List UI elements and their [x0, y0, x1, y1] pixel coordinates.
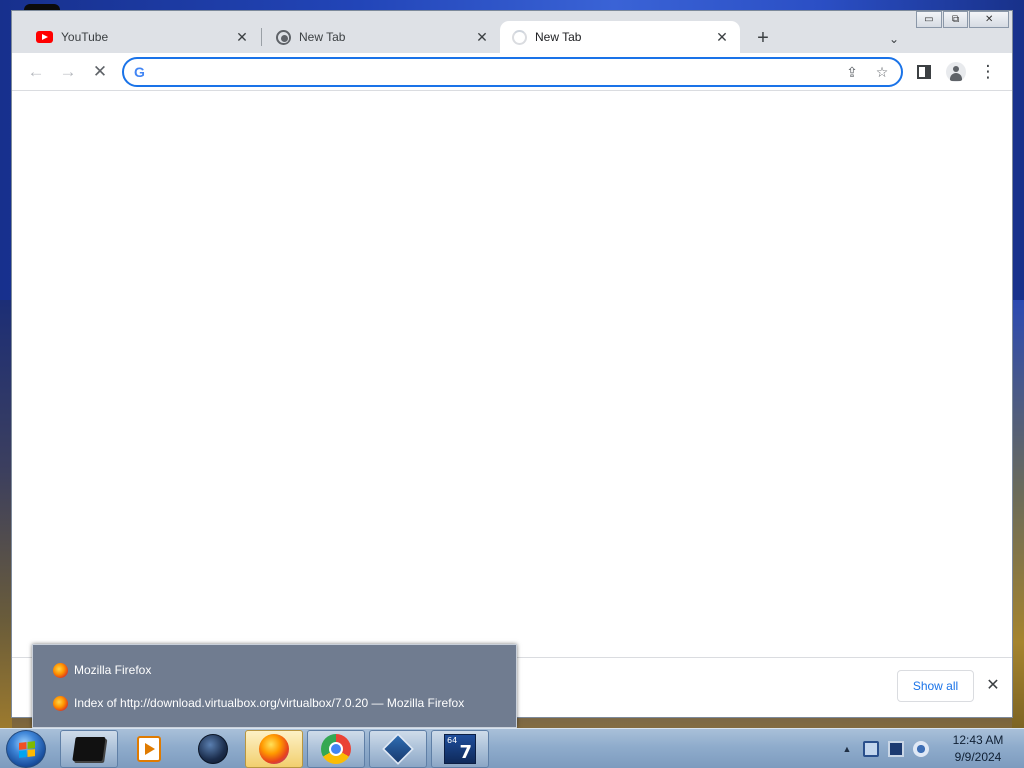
side-panel-icon: [917, 65, 931, 79]
profile-icon: [946, 62, 966, 82]
taskbar-firefox[interactable]: [245, 730, 303, 768]
tab-strip: YouTube ✕ New Tab ✕ New Tab ✕ + ⌄ ▭ ⧉ ✕: [12, 11, 1012, 53]
tab-youtube[interactable]: YouTube ✕: [24, 21, 260, 53]
stop-loading-button[interactable]: ✕: [86, 58, 114, 86]
close-tab-button[interactable]: ✕: [234, 29, 250, 45]
globe-icon: [198, 734, 228, 764]
taskbar-network-globe[interactable]: [184, 730, 242, 768]
firefox-icon: [53, 662, 68, 678]
show-all-downloads-button[interactable]: Show all: [897, 670, 974, 702]
back-button[interactable]: ←: [22, 58, 50, 86]
clock-time: 12:43 AM: [952, 733, 1004, 747]
new-tab-button[interactable]: +: [750, 25, 776, 51]
wallpaper-landscape-right: [1012, 300, 1024, 728]
restore-button[interactable]: ⧉: [942, 11, 969, 28]
action-center-icon[interactable]: [888, 741, 904, 757]
volume-icon[interactable]: [913, 741, 929, 757]
start-button[interactable]: [6, 730, 46, 768]
system-clock[interactable]: 12:43 AM 9/9/2024: [938, 732, 1018, 766]
menu-button[interactable]: ⋮: [974, 58, 1002, 86]
taskbar-command-prompt[interactable]: [60, 730, 118, 768]
taskbar-virtualbox[interactable]: [369, 730, 427, 768]
tab-title: New Tab: [535, 30, 582, 44]
close-tab-button[interactable]: ✕: [474, 29, 490, 45]
forward-button[interactable]: →: [54, 58, 82, 86]
tab-new-tab[interactable]: New Tab ✕: [264, 21, 500, 53]
network-icon[interactable]: [863, 741, 879, 757]
address-bar[interactable]: G ⇪ ☆: [122, 57, 903, 87]
close-tab-button[interactable]: ✕: [714, 29, 730, 45]
close-download-shelf-button[interactable]: ✕: [982, 674, 1004, 696]
command-prompt-icon: [72, 737, 106, 761]
share-icon[interactable]: ⇪: [841, 61, 863, 83]
tab-search-button[interactable]: ⌄: [882, 27, 906, 51]
taskbar: 64 7 ▲ 12:43 AM 9/9/2024: [0, 728, 1024, 768]
show-hidden-icons-button[interactable]: ▲: [840, 744, 854, 754]
taskbar-media-player[interactable]: [120, 730, 178, 768]
seven-zip-icon: 64 7: [444, 734, 476, 764]
window-list-window-label: Index of http://download.virtualbox.org/…: [74, 696, 465, 710]
page-content[interactable]: [12, 91, 1012, 657]
tab-title: YouTube: [61, 30, 109, 44]
tab-new-tab-active[interactable]: New Tab ✕: [500, 21, 740, 53]
window-close-button[interactable]: ✕: [969, 11, 1009, 28]
chrome-icon: [321, 734, 351, 764]
window-list-item-window[interactable]: Index of http://download.virtualbox.org/…: [53, 693, 464, 713]
window-controls: ▭ ⧉ ✕: [916, 11, 1010, 29]
seven-zip-number-label: 7: [459, 742, 472, 763]
profile-button[interactable]: [942, 58, 970, 86]
window-list-app-label: Mozilla Firefox: [74, 663, 152, 677]
system-tray: ▲: [840, 729, 940, 768]
firefox-icon: [259, 734, 289, 764]
chrome-icon: [276, 29, 291, 45]
bookmark-star-icon[interactable]: ☆: [871, 61, 893, 83]
media-player-icon: [137, 736, 161, 762]
taskbar-chrome[interactable]: [307, 730, 365, 768]
google-icon: G: [134, 64, 145, 80]
window-list-item-app[interactable]: Mozilla Firefox: [53, 660, 151, 680]
loading-spinner-icon: [512, 29, 527, 45]
firefox-icon: [53, 695, 68, 711]
address-input[interactable]: [156, 64, 833, 80]
seven-zip-bits-label: 64: [447, 736, 458, 745]
side-panel-button[interactable]: [910, 58, 938, 86]
taskbar-seven-zip[interactable]: 64 7: [431, 730, 489, 768]
tab-separator: [261, 28, 262, 46]
tab-title: New Tab: [299, 30, 346, 44]
clock-date: 9/9/2024: [954, 750, 1002, 764]
browser-toolbar: ← → ✕ G ⇪ ☆ ⋮: [12, 53, 1012, 91]
virtualbox-icon: [382, 733, 414, 765]
youtube-icon: [36, 31, 53, 43]
minimize-button[interactable]: ▭: [916, 11, 942, 28]
taskbar-window-list: Mozilla Firefox Index of http://download…: [32, 644, 517, 728]
chrome-window: YouTube ✕ New Tab ✕ New Tab ✕ + ⌄ ▭ ⧉ ✕ …: [11, 10, 1013, 718]
